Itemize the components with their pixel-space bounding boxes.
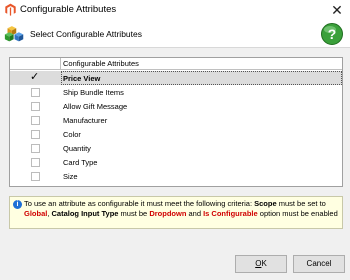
close-button[interactable]: ✕ [328, 1, 346, 19]
dialog-header: Select Configurable Attributes ? [0, 20, 350, 48]
header-text: Select Configurable Attributes [30, 29, 142, 39]
attribute-row[interactable]: Card Type [10, 155, 342, 169]
attribute-row[interactable]: ✓ Price View [10, 71, 342, 85]
cubes-icon [4, 26, 24, 42]
magento-logo-icon [5, 3, 16, 16]
selection-focus [61, 71, 342, 85]
help-icon[interactable]: ? [320, 22, 344, 46]
attribute-label: Manufacturer [63, 116, 108, 125]
attribute-label: Color [63, 130, 81, 139]
attribute-label: Quantity [63, 144, 91, 153]
attribute-label: Price View [63, 74, 101, 83]
cancel-button[interactable]: Cancel [293, 255, 345, 273]
ok-button[interactable]: OK [235, 255, 287, 273]
attribute-row[interactable]: Ship Bundle Items [10, 85, 342, 99]
grid-header: Configurable Attributes [10, 58, 342, 70]
attribute-row[interactable]: Size [10, 169, 342, 183]
attribute-checkbox[interactable] [31, 102, 40, 111]
attribute-label: Card Type [63, 158, 98, 167]
attribute-checkbox[interactable] [31, 172, 40, 181]
info-text: To use an attribute as configurable it m… [24, 199, 338, 218]
attribute-row[interactable]: Quantity [10, 141, 342, 155]
attribute-label: Size [63, 172, 78, 181]
attribute-label: Allow Gift Message [63, 102, 128, 111]
attribute-checkbox[interactable] [31, 158, 40, 167]
row-header-cell [10, 58, 61, 70]
attributes-grid: Configurable Attributes ✓ Price View Shi… [9, 57, 343, 187]
attribute-row[interactable]: Allow Gift Message [10, 99, 342, 113]
attribute-checkbox[interactable] [31, 88, 40, 97]
attribute-label: Ship Bundle Items [63, 88, 124, 97]
attribute-row[interactable]: Manufacturer [10, 113, 342, 127]
attribute-row[interactable]: Color [10, 127, 342, 141]
attribute-checkbox[interactable] [31, 144, 40, 153]
info-icon: i [13, 200, 22, 209]
attribute-checkbox[interactable] [31, 130, 40, 139]
svg-text:?: ? [328, 26, 337, 42]
configurable-attributes-dialog: Configurable Attributes ✕ Select Configu… [0, 0, 350, 280]
column-header: Configurable Attributes [63, 59, 139, 68]
window-title: Configurable Attributes [20, 4, 117, 15]
info-box: i To use an attribute as configurable it… [9, 196, 343, 229]
title-bar: Configurable Attributes ✕ [0, 0, 350, 20]
attribute-checkbox[interactable]: ✓ [30, 72, 39, 83]
attribute-checkbox[interactable] [31, 116, 40, 125]
